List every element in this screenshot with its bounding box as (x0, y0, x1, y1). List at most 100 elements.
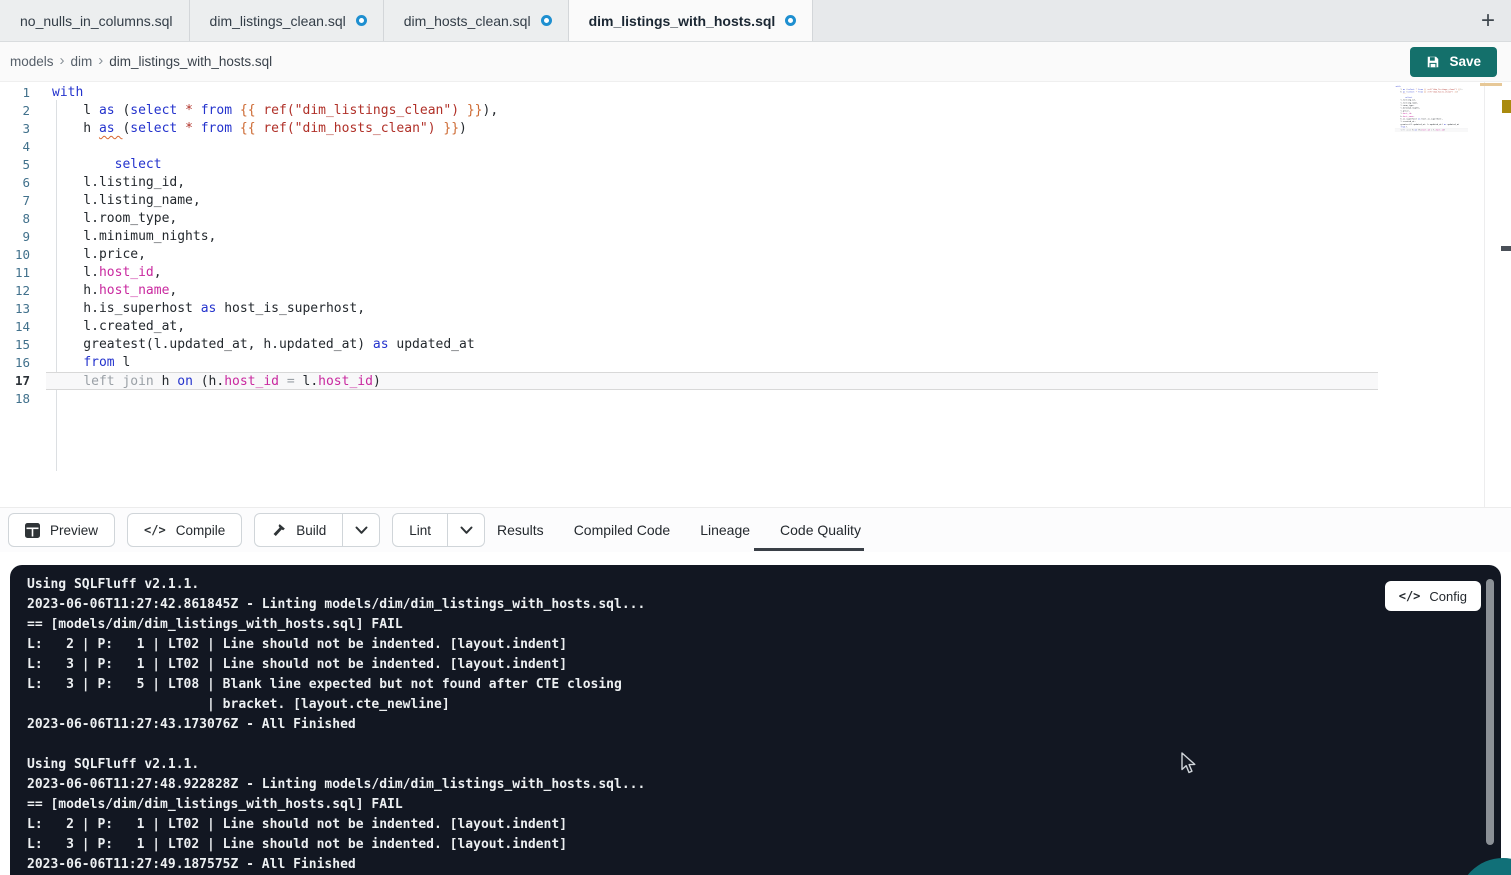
line-number: 12 (0, 282, 46, 300)
preview-label: Preview (50, 523, 98, 538)
code-line: left join h on (h.host_id = l.host_id) (46, 372, 1378, 390)
chevron-down-icon (460, 526, 473, 535)
code-line (46, 138, 1378, 156)
line-number-gutter: 123456789101112131415161718 (0, 84, 46, 408)
terminal-line: L: 3 | P: 5 | LT08 | Blank line expected… (27, 675, 1461, 695)
terminal-line: Using SQLFluff v2.1.1. (27, 575, 1461, 595)
overview-ruler-top-marker (1480, 83, 1502, 86)
line-number: 13 (0, 300, 46, 318)
code-brackets-icon: </> (144, 523, 166, 537)
lint-output-terminal: Using SQLFluff v2.1.1.2023-06-06T11:27:4… (10, 565, 1501, 875)
terminal-scrollbar-thumb[interactable] (1486, 579, 1494, 845)
result-tab-lineage[interactable]: Lineage (700, 522, 750, 538)
code-editor[interactable]: 123456789101112131415161718 with l as (s… (0, 82, 1511, 507)
terminal-line: L: 3 | P: 1 | LT02 | Line should not be … (27, 655, 1461, 675)
lint-label: Lint (409, 523, 431, 538)
result-tab-results[interactable]: Results (497, 522, 544, 538)
tab-bar-filler (813, 0, 1465, 41)
hammer-icon (271, 523, 286, 538)
code-content[interactable]: with l as (select * from {{ ref("dim_lis… (1395, 85, 1468, 134)
breadcrumb: models › dim › dim_listings_with_hosts.s… (10, 54, 272, 69)
terminal-line (27, 735, 1461, 755)
build-dropdown-button[interactable] (342, 514, 379, 546)
editor-minimap[interactable]: with l as (select * from {{ ref("dim_lis… (1388, 85, 1468, 205)
save-floppy-icon (1426, 55, 1440, 69)
file-tab[interactable]: dim_listings_with_hosts.sql (569, 0, 814, 41)
modified-dot-icon (356, 15, 367, 26)
result-tab-code-quality[interactable]: Code Quality (780, 522, 861, 538)
code-line: l as (select * from {{ ref("dim_listings… (46, 102, 1378, 120)
file-tab-bar: no_nulls_in_columns.sql dim_listings_clea… (0, 0, 1511, 42)
code-line: h.is_superhost as host_is_superhost, (46, 300, 1378, 318)
file-tab[interactable]: dim_hosts_clean.sql (384, 0, 569, 41)
code-line: from l (46, 354, 1378, 372)
chevron-right-icon: › (60, 52, 65, 69)
terminal-line: L: 3 | P: 1 | LT02 | Line should not be … (27, 835, 1461, 855)
line-number: 1 (0, 84, 46, 102)
terminal-line: 2023-06-06T11:27:49.187575Z - All Finish… (27, 855, 1461, 875)
line-number: 15 (0, 336, 46, 354)
path-bar: models › dim › dim_listings_with_hosts.s… (0, 42, 1511, 82)
code-line: l.host_id, (46, 264, 1378, 282)
config-label: Config (1429, 589, 1467, 604)
code-line: l.listing_name, (46, 192, 1378, 210)
line-number: 7 (0, 192, 46, 210)
line-number: 3 (0, 120, 46, 138)
file-tab-label: dim_listings_clean.sql (210, 13, 346, 29)
terminal-line: | bracket. [layout.cte_newline] (27, 695, 1461, 715)
new-tab-button[interactable]: + (1465, 0, 1511, 41)
code-line: h as (select * from {{ ref("dim_hosts_cl… (1395, 91, 1468, 94)
line-number: 10 (0, 246, 46, 264)
terminal-line: L: 2 | P: 1 | LT02 | Line should not be … (27, 635, 1461, 655)
code-line: h.host_name, (46, 282, 1378, 300)
file-tabs: no_nulls_in_columns.sql dim_listings_clea… (0, 0, 813, 41)
line-number: 14 (0, 318, 46, 336)
preview-button[interactable]: Preview (8, 513, 115, 547)
line-number: 2 (0, 102, 46, 120)
result-tab-compiled-code[interactable]: Compiled Code (574, 522, 671, 538)
chevron-down-icon (355, 526, 368, 535)
code-line: greatest(l.updated_at, h.updated_at) as … (46, 336, 1378, 354)
chevron-right-icon: › (98, 52, 103, 69)
file-tab[interactable]: no_nulls_in_columns.sql (0, 0, 190, 41)
line-number: 9 (0, 228, 46, 246)
terminal-line: == [models/dim/dim_listings_with_hosts.s… (27, 615, 1461, 635)
result-tab-bar: Results Compiled Code Lineage Code Quality (497, 507, 861, 552)
lint-warning-marker[interactable] (1502, 100, 1511, 113)
code-line: l.minimum_nights, (46, 228, 1378, 246)
save-button-label: Save (1449, 54, 1481, 69)
editor-minimap-divider (1484, 82, 1485, 507)
cursor-position-marker[interactable] (1501, 246, 1511, 251)
code-line (1395, 131, 1468, 134)
terminal-line: 2023-06-06T11:27:43.173076Z - All Finish… (27, 715, 1461, 735)
terminal-line: Using SQLFluff v2.1.1. (27, 755, 1461, 775)
code-brackets-icon: </> (1399, 589, 1421, 603)
breadcrumb-models[interactable]: models (10, 54, 54, 69)
terminal-line: 2023-06-06T11:27:42.861845Z - Linting mo… (27, 595, 1461, 615)
code-line: l.listing_id, (46, 174, 1378, 192)
code-line: l.price, (46, 246, 1378, 264)
terminal-line: == [models/dim/dim_listings_with_hosts.s… (27, 795, 1461, 815)
file-tab-label: no_nulls_in_columns.sql (20, 13, 173, 29)
lint-button[interactable]: Lint (393, 514, 447, 546)
table-grid-icon (25, 523, 40, 538)
code-line: select (46, 156, 1378, 174)
compile-label: Compile (176, 523, 226, 538)
modified-dot-icon (541, 15, 552, 26)
file-tab-label: dim_listings_with_hosts.sql (589, 13, 776, 29)
build-button[interactable]: Build (255, 514, 342, 546)
lint-dropdown-button[interactable] (447, 514, 484, 546)
code-content[interactable]: with l as (select * from {{ ref("dim_lis… (46, 84, 1378, 408)
file-tab[interactable]: dim_listings_clean.sql (190, 0, 384, 41)
breadcrumb-dim[interactable]: dim (71, 54, 93, 69)
line-number: 16 (0, 354, 46, 372)
file-tab-label: dim_hosts_clean.sql (404, 13, 531, 29)
code-line (46, 390, 1378, 408)
code-line: h as (select * from {{ ref("dim_hosts_cl… (46, 120, 1378, 138)
lint-split-button: Lint (392, 513, 485, 547)
compile-button[interactable]: </> Compile (127, 513, 242, 547)
lint-config-button[interactable]: </> Config (1385, 581, 1481, 611)
line-number: 8 (0, 210, 46, 228)
build-label: Build (296, 523, 326, 538)
save-button[interactable]: Save (1410, 47, 1497, 77)
